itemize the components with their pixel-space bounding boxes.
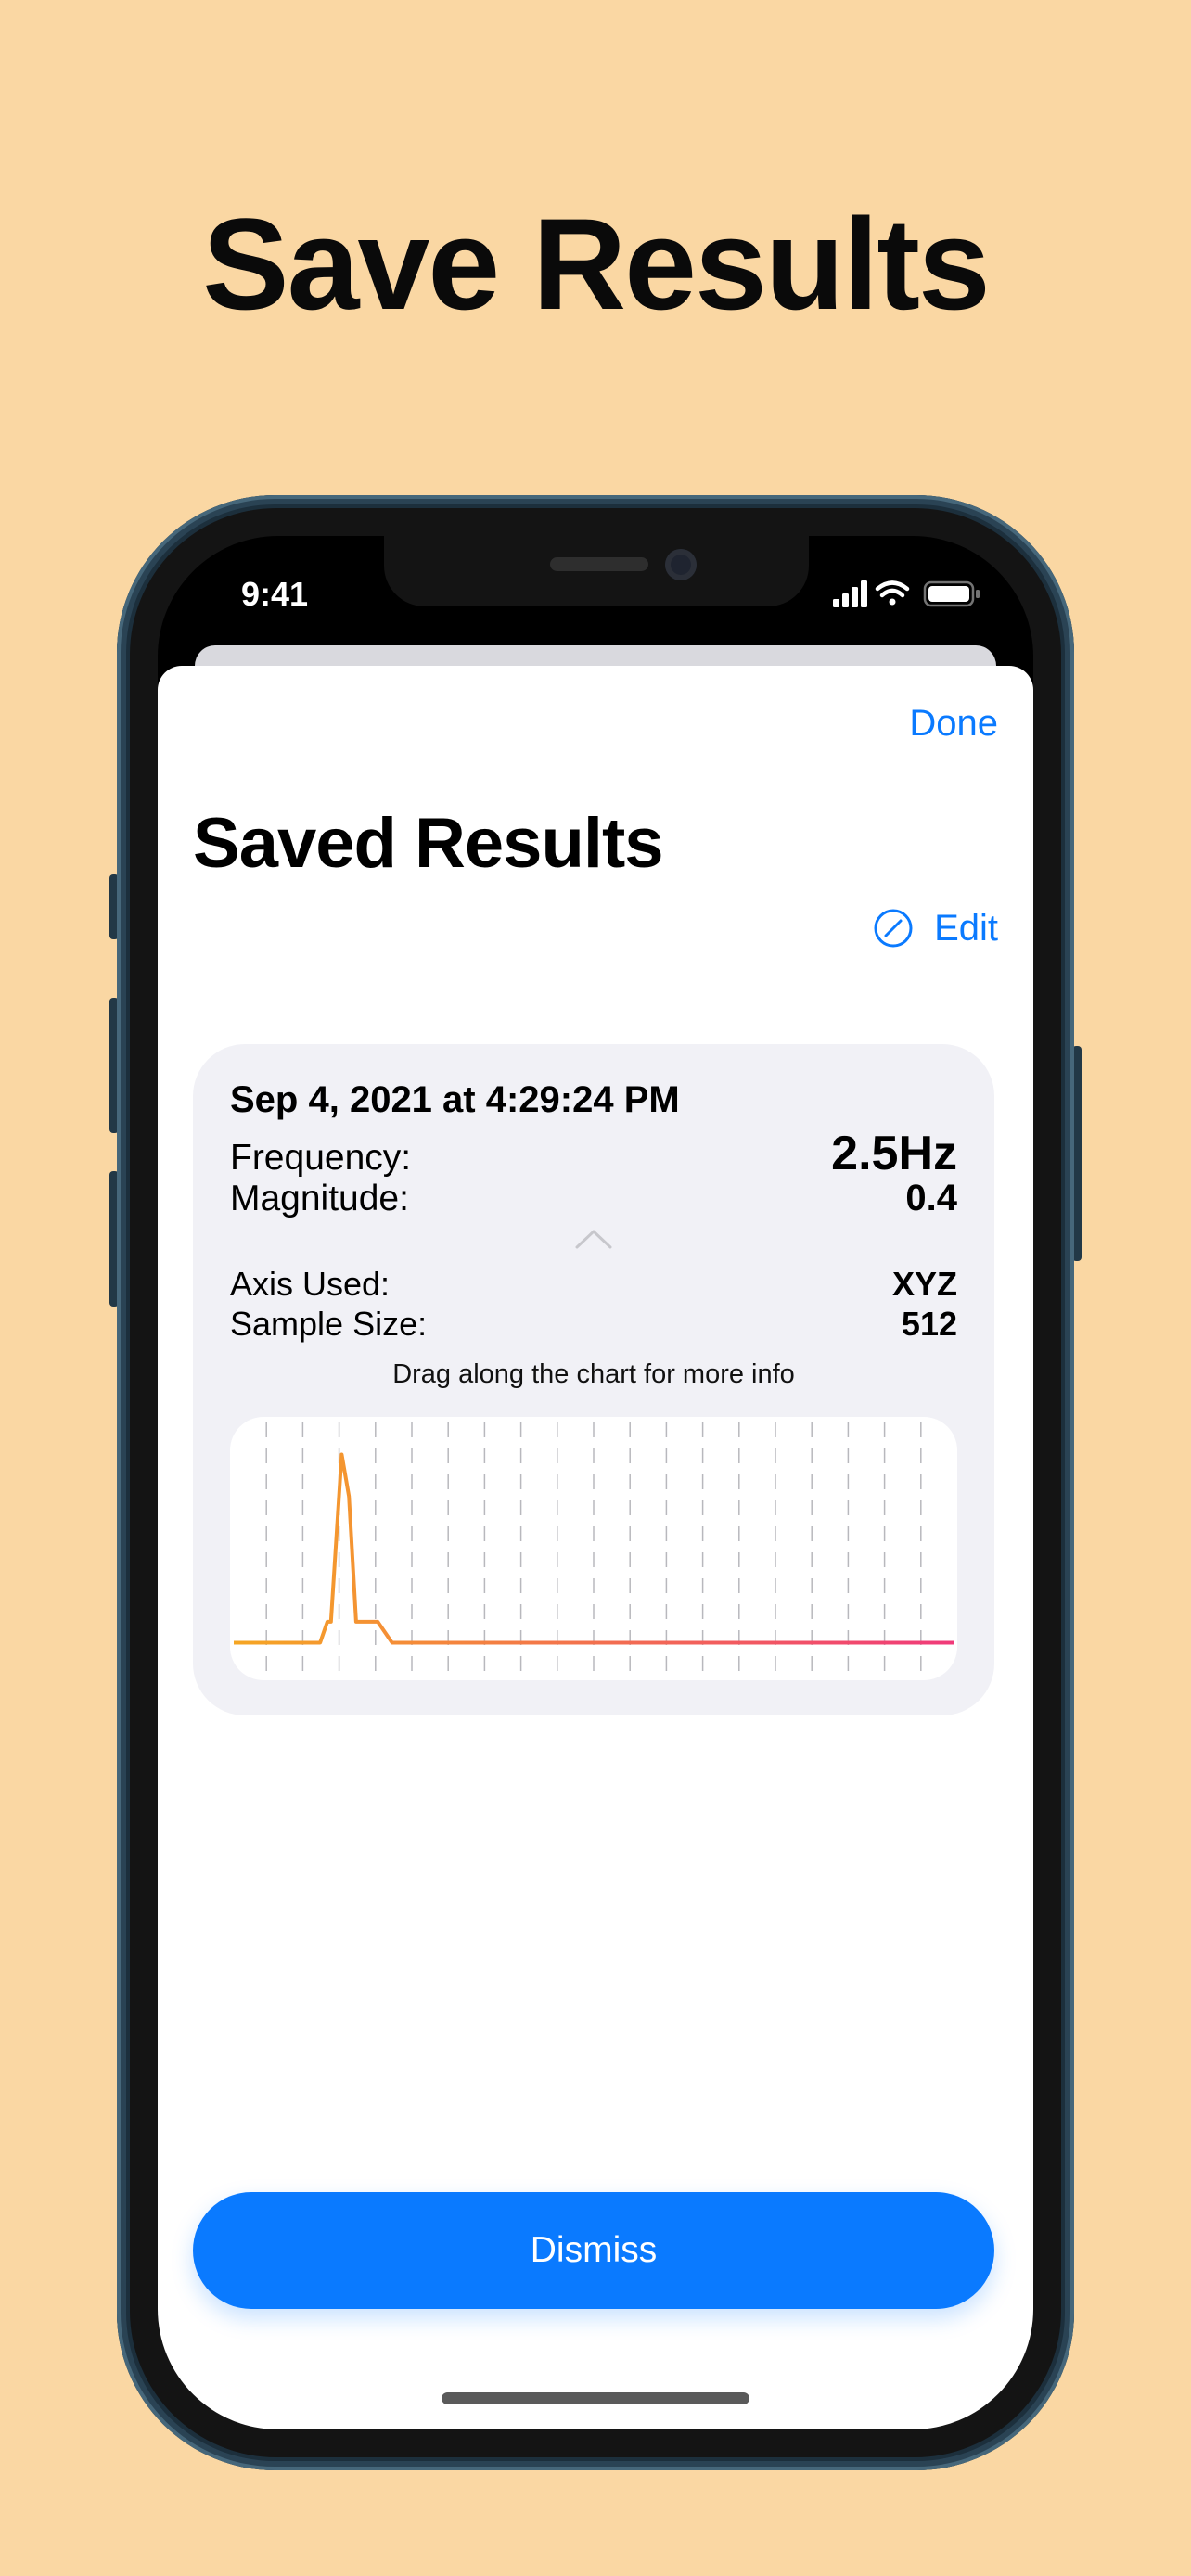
frequency-value: 2.5Hz (831, 1127, 957, 1180)
pencil-circle-icon (874, 909, 913, 948)
sample-size-label: Sample Size: (230, 1305, 428, 1343)
chart-svg[interactable] (230, 1417, 957, 1680)
magnitude-row: Magnitude: 0.4 (230, 1178, 957, 1219)
axis-value: XYZ (891, 1265, 957, 1303)
axis-row: Axis Used: XYZ (230, 1265, 957, 1304)
edit-button[interactable]: Edit (873, 902, 998, 954)
phone-screen: 9:41 Done Saved Results Edit Sep 4, 2021… (158, 536, 1033, 2429)
magnitude-value: 0.4 (905, 1178, 957, 1218)
frequency-label: Frequency: (230, 1138, 412, 1178)
axis-label: Axis Used: (230, 1265, 391, 1303)
sample-size-value: 512 (901, 1305, 957, 1343)
done-button[interactable]: Done (909, 703, 998, 745)
status-icons (833, 580, 980, 607)
headline: Save Results (202, 191, 991, 337)
result-card[interactable]: Sep 4, 2021 at 4:29:24 PM Frequency: 2.5… (193, 1044, 994, 1715)
home-indicator[interactable] (442, 2392, 749, 2404)
sample-size-row: Sample Size: 512 (230, 1305, 957, 1344)
frequency-row: Frequency: 2.5Hz (230, 1126, 957, 1181)
chart-hint: Drag along the chart for more info (392, 1359, 795, 1389)
speaker-grille (550, 557, 648, 571)
notch (384, 536, 809, 606)
cellular-signal-icon (833, 580, 867, 607)
magnitude-label: Magnitude: (230, 1179, 409, 1218)
frequency-chart[interactable] (230, 1417, 957, 1680)
battery-icon (923, 580, 980, 607)
chevron-up-icon[interactable] (574, 1228, 613, 1250)
edit-label: Edit (934, 907, 998, 949)
sheet-title: Saved Results (193, 804, 664, 883)
wifi-icon (875, 580, 910, 606)
chart-grid (265, 1422, 922, 1675)
saved-results-sheet: Done Saved Results Edit Sep 4, 2021 at 4… (158, 666, 1033, 2429)
front-camera (665, 549, 697, 580)
dismiss-button[interactable]: Dismiss (193, 2192, 994, 2309)
status-time: 9:41 (241, 575, 309, 613)
result-date: Sep 4, 2021 at 4:29:24 PM (230, 1079, 680, 1120)
